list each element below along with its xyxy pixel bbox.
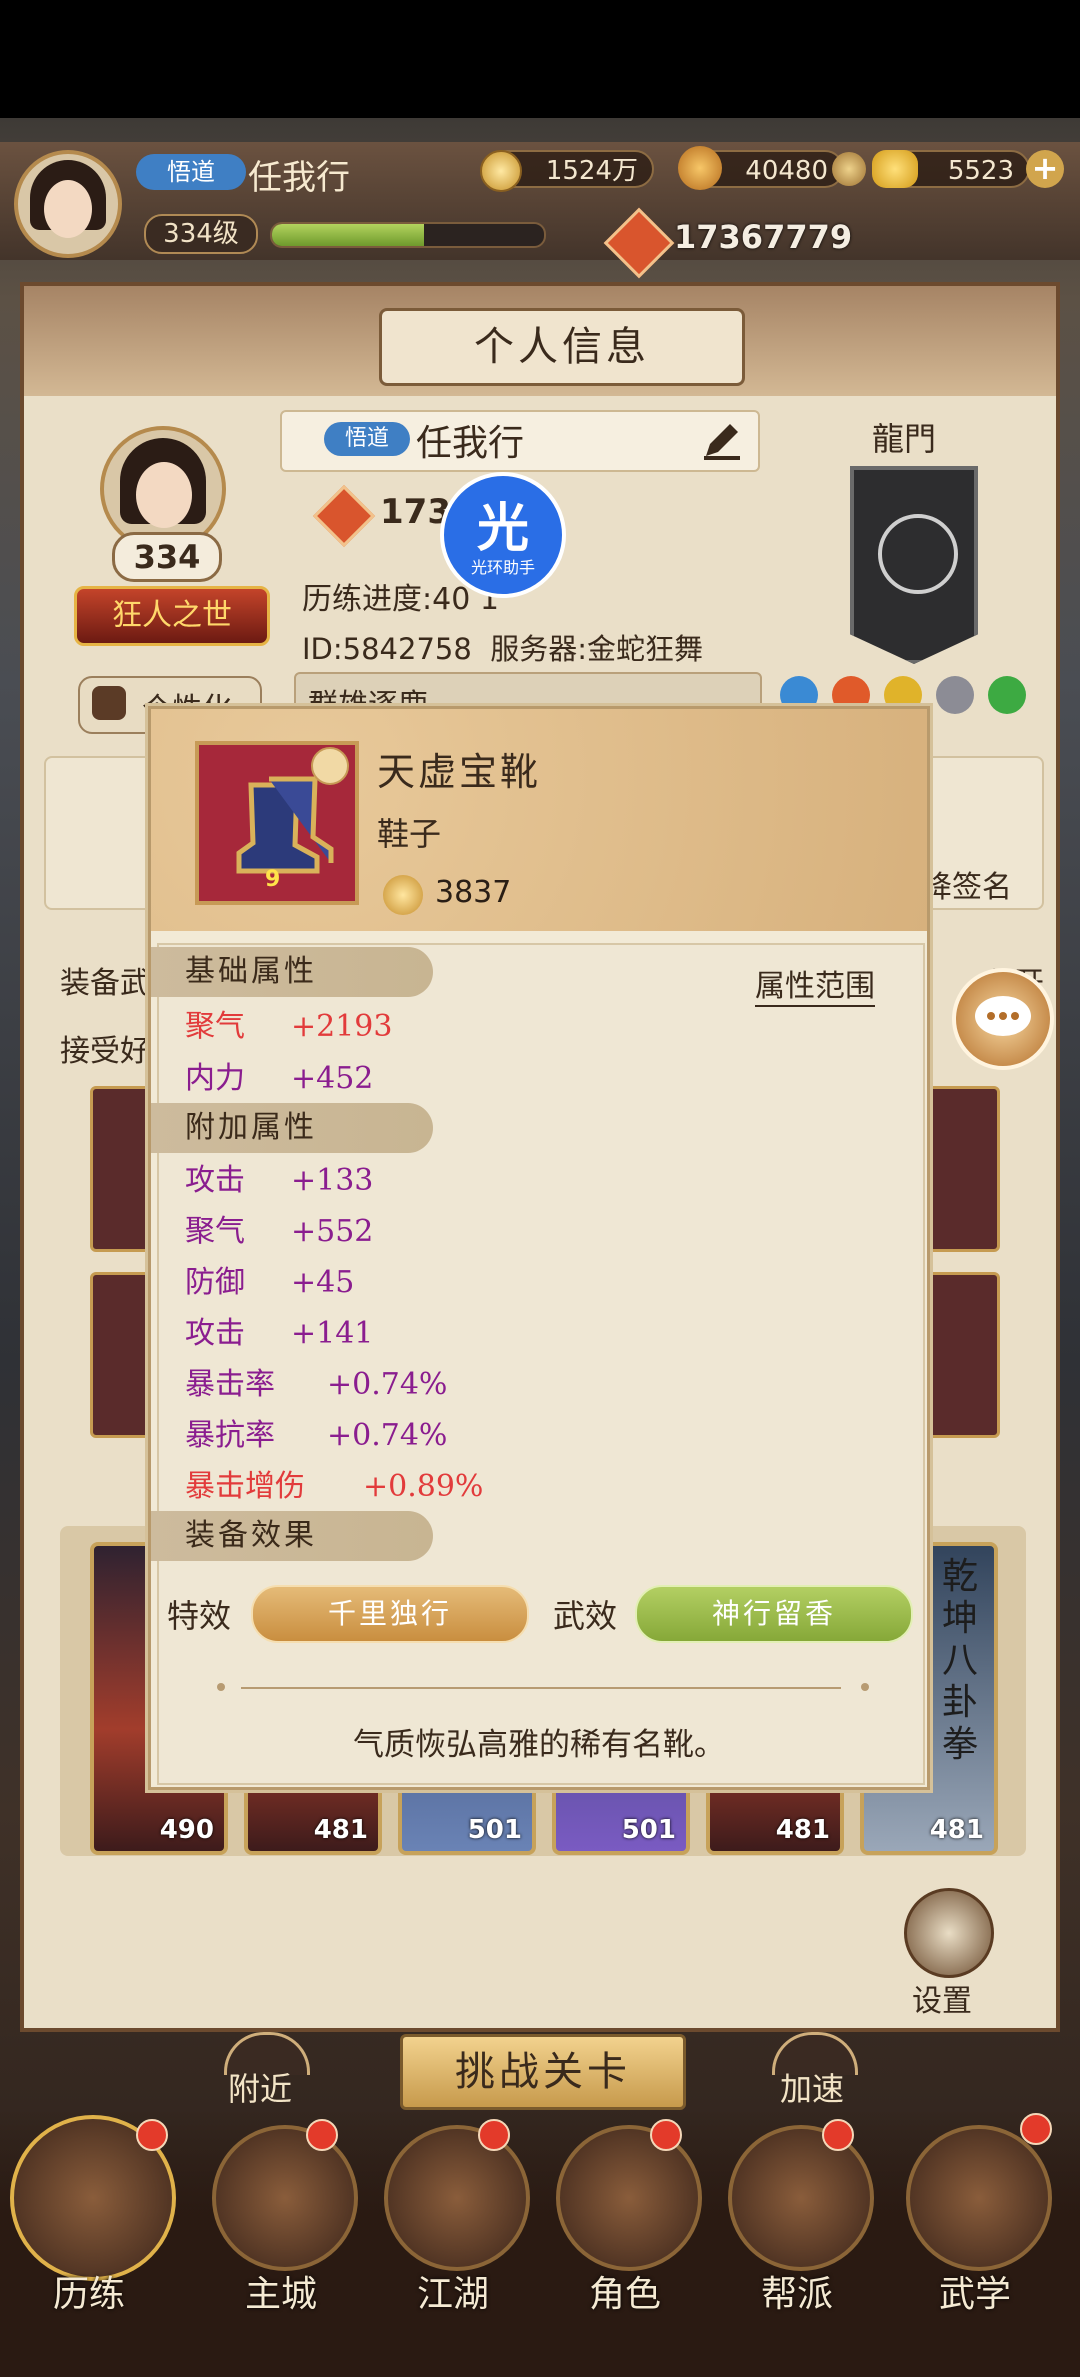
nav-label: 主城 [244,2274,317,2315]
notification-dot [478,2119,510,2151]
hero-power: 501 [467,1815,522,1845]
extra-attr-row: 聚气 +552 [185,1214,374,1249]
header-power: 17367779 [674,218,853,256]
nearby-label: 附近 [228,2070,293,2108]
item-description: 气质恢弘高雅的稀有名靴。 [353,1727,725,1763]
exp-bar [270,222,546,248]
hero-power: 490 [159,1815,214,1845]
exp-bar-fill [272,224,425,246]
divider [241,1687,841,1689]
item-level-badge: 9 [265,867,281,892]
speedup-label: 加速 [780,2070,845,2108]
extra-attr-row: 攻击 +133 [185,1163,374,1198]
base-attr-row: 内力 +452 [185,1061,374,1096]
challenge-button[interactable]: 挑战关卡 [400,2034,686,2110]
signature-label: 降签名 [922,870,1012,905]
nav-jianghu[interactable]: 江湖 [378,2119,530,2355]
notification-dot [1020,2113,1052,2145]
special-effect-button[interactable]: 千里独行 [251,1585,529,1643]
hero-power: 501 [621,1815,676,1845]
item-detail-popup: 9 天虚宝靴 鞋子 3837 基础属性 属性范围 聚气 +2193 内力 +452 … [148,706,930,1790]
edit-name-icon[interactable] [700,418,744,462]
base-attr-row: 聚气 +2193 [185,1009,393,1044]
player-title-tag: 悟道 [136,154,246,190]
nav-label: 帮派 [760,2274,833,2315]
id-server: ID:5842758 服务器:金蛇狂舞 [302,632,704,666]
character-icon [556,2125,702,2271]
notification-dot [136,2119,168,2151]
extra-attr-row: 暴击增伤 +0.89% [185,1469,484,1504]
panel-title: 个人信息 [379,308,745,386]
nav-label: 江湖 [416,2274,489,2315]
gem-green-icon [988,676,1026,714]
divider-dot-right [861,1683,869,1691]
nav-martial[interactable]: 武学 [900,2113,1052,2355]
extra-attr-row: 防御 +45 [185,1265,355,1300]
nav-label: 历练 [52,2274,125,2315]
extra-attr-header: 附加属性 [151,1103,433,1153]
faction-banner-icon[interactable] [850,466,978,664]
copper-coin-icon [480,150,522,192]
item-type: 鞋子 [377,815,442,853]
city-icon [212,2125,358,2271]
player-avatar[interactable] [14,150,122,258]
extra-attr-row: 暴击率 +0.74% [185,1367,448,1402]
watermark-text: 光环助手 [470,558,535,577]
row-accept-label: 接受好 [60,1034,150,1069]
nav-guild[interactable]: 帮派 [722,2119,874,2355]
nav-label: 武学 [938,2274,1011,2315]
nav-training[interactable]: 历练 [10,2115,176,2355]
settings-icon[interactable] [904,1888,994,1978]
notification-dot [650,2119,682,2151]
chat-bubble-button[interactable] [952,968,1054,1070]
hero-skill-text: 乾坤八卦拳 [942,1556,979,1765]
jianghu-icon [384,2125,530,2271]
player-name: 任我行 [248,158,350,198]
customize-icon [92,686,126,720]
martial-scroll-icon [906,2125,1052,2271]
nav-label: 角色 [588,2274,661,2315]
notification-dot [306,2119,338,2151]
item-score: 3837 [435,875,512,910]
special-effect-label: 特效 [167,1597,232,1635]
gold-ingot-icon [872,150,918,188]
recharge-plus-button[interactable]: + [1026,150,1064,188]
guild-icon [728,2125,874,2271]
token-icon [832,152,866,186]
martial-effect-button[interactable]: 神行留香 [635,1585,913,1643]
item-name: 天虚宝靴 [377,750,542,794]
base-attr-header: 基础属性 [151,947,433,997]
watermark-glyph: 光 [476,499,529,559]
gem-gray-icon [936,676,974,714]
extra-attr-row: 暴抗率 +0.74% [185,1418,448,1453]
martial-effect-label: 武效 [553,1597,618,1635]
hero-power: 481 [313,1815,368,1845]
hero-power: 481 [929,1815,984,1845]
settings-label: 设置 [912,1984,972,2019]
name-tag: 悟道 [324,422,410,456]
player-level: 334级 [144,214,258,254]
nav-character[interactable]: 角色 [550,2119,702,2355]
hero-power: 481 [775,1815,830,1845]
panel-name: 任我行 [416,423,525,464]
item-score-icon [383,875,423,915]
panel-power-diamond-icon [312,484,376,548]
flower-coin-icon [678,146,722,190]
panel-avatar-level: 334 [112,532,222,582]
watermark-badge: 光 光环助手 [440,472,566,598]
attr-range-link[interactable]: 属性范围 [755,961,875,1007]
nav-city[interactable]: 主城 [206,2119,358,2355]
title-badge: 狂人之世 [74,586,270,646]
extra-attr-row: 攻击 +141 [185,1316,374,1351]
notification-dot [822,2119,854,2151]
effect-header: 装备效果 [151,1511,433,1561]
faction-label: 龍門 [872,420,937,458]
item-quality-icon [311,747,349,785]
divider-dot-left [217,1683,225,1691]
row-equip-label: 装备武 [60,966,150,1001]
